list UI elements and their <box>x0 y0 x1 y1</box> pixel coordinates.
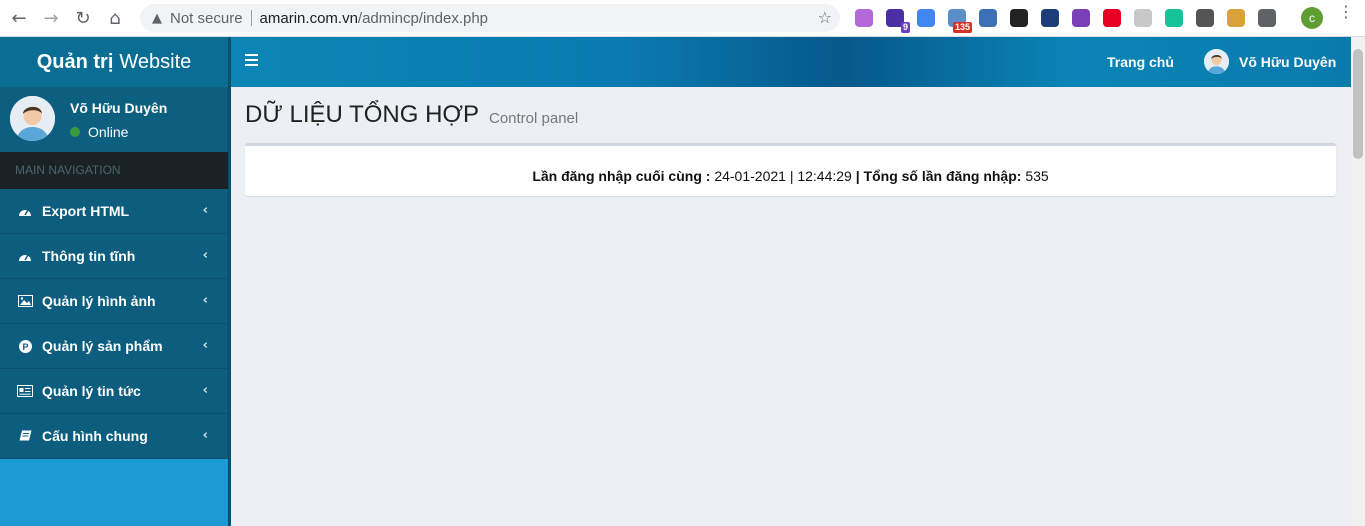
sidebar-edge <box>228 37 231 526</box>
chevron-left-icon: ‹ <box>202 338 208 353</box>
image-icon <box>17 295 33 307</box>
ext-4-icon[interactable]: 135 <box>948 9 972 33</box>
chevron-left-icon: ‹ <box>202 248 208 263</box>
header-user-name[interactable]: Võ Hữu Duyên <box>1239 54 1336 70</box>
last-login-label: Lần đăng nhập cuối cùng : <box>532 168 711 184</box>
ext-2-icon[interactable]: 9 <box>886 9 910 33</box>
last-login-value: 24-01-2021 | 12:44:29 <box>714 168 852 184</box>
sidebar-item-products[interactable]: P Quản lý sản phẩm ‹ <box>0 324 228 369</box>
address-bar[interactable]: ▲ Not secure amarin.com.vn /admincp/inde… <box>140 4 840 32</box>
avatar-icon <box>10 96 55 141</box>
url-path: /admincp/index.php <box>357 9 489 27</box>
user-panel: Võ Hữu Duyên Online <box>0 87 228 152</box>
bookmark-star-icon[interactable]: ☆ <box>818 8 832 27</box>
extensions-tray: 9 135 <box>855 5 1289 33</box>
page-scrollbar[interactable] <box>1351 37 1365 526</box>
sidebar-item-label: Cấu hình chung <box>42 428 148 444</box>
sidebar-item-news[interactable]: Quản lý tin tức ‹ <box>0 369 228 414</box>
warning-icon: ▲ <box>152 10 162 26</box>
ext-6-icon[interactable] <box>1010 9 1028 27</box>
sidebar-item-images[interactable]: Quản lý hình ảnh ‹ <box>0 279 228 324</box>
ext-7-icon[interactable] <box>1041 9 1059 27</box>
chevron-left-icon: ‹ <box>202 203 208 218</box>
ext-8-icon[interactable] <box>1072 9 1090 27</box>
sidebar-item-export-html[interactable]: Export HTML ‹ <box>0 189 228 234</box>
logo-bold: Quản trị <box>36 50 114 73</box>
dashboard-icon <box>17 205 33 217</box>
online-dot-icon <box>70 127 80 137</box>
book-icon <box>17 430 33 442</box>
avatar-icon <box>1204 49 1229 74</box>
total-login-label: | Tổng số lần đăng nhập: <box>855 168 1022 184</box>
login-summary-box: Lần đăng nhập cuối cùng : 24-01-2021 | 1… <box>245 143 1336 196</box>
avatar <box>10 96 55 141</box>
reload-icon[interactable]: ↻ <box>70 5 96 31</box>
address-divider <box>250 10 252 26</box>
nav-header: MAIN NAVIGATION <box>0 152 228 189</box>
ext-1-icon[interactable] <box>855 9 873 27</box>
forward-icon[interactable]: → <box>38 5 64 31</box>
menu-toggle-icon[interactable] <box>245 54 258 69</box>
more-menu-icon[interactable]: ⋮ <box>1338 4 1354 20</box>
sidebar: Quản trị Website Võ Hữu Duyên Online MAI… <box>0 37 228 526</box>
svg-text:P: P <box>22 342 28 352</box>
sidebar-item-label: Export HTML <box>42 203 130 219</box>
chevron-left-icon: ‹ <box>202 383 208 398</box>
ext-13-icon[interactable] <box>1227 9 1245 27</box>
sidebar-user-name: Võ Hữu Duyên <box>70 100 168 116</box>
sidebar-menu: Export HTML ‹ Thông tin tĩnh ‹ Quản lý h… <box>0 189 228 459</box>
ext-12-icon[interactable] <box>1196 9 1214 27</box>
profile-avatar[interactable]: c <box>1301 7 1323 29</box>
url-host: amarin.com.vn <box>259 9 358 27</box>
ext-14-icon[interactable] <box>1258 9 1276 27</box>
main-header: Trang chủ Võ Hữu Duyên <box>231 37 1351 87</box>
ext-11-icon[interactable] <box>1165 9 1183 27</box>
page-title: DỮ LIỆU TỔNG HỢP <box>245 101 479 128</box>
sidebar-item-label: Quản lý hình ảnh <box>42 293 156 309</box>
header-avatar[interactable] <box>1204 49 1229 74</box>
back-icon[interactable]: ← <box>6 5 32 31</box>
sidebar-item-settings[interactable]: Cấu hình chung ‹ <box>0 414 228 459</box>
ext-3-icon[interactable] <box>917 9 935 27</box>
page-subtitle: Control panel <box>489 110 579 127</box>
ext-5-icon[interactable] <box>979 9 997 27</box>
user-status-text: Online <box>88 124 129 140</box>
sidebar-item-label: Quản lý sản phẩm <box>42 338 163 354</box>
extension-badge: 135 <box>952 22 972 33</box>
home-link[interactable]: Trang chủ <box>1107 54 1174 70</box>
user-status: Online <box>70 124 128 140</box>
ext-9-icon[interactable] <box>1103 9 1121 27</box>
sidebar-item-label: Quản lý tin tức <box>42 383 141 399</box>
total-login-value: 535 <box>1025 168 1049 184</box>
browser-toolbar: ← → ↻ ⌂ ▲ Not secure amarin.com.vn /admi… <box>0 0 1365 37</box>
extension-badge: 9 <box>900 22 910 33</box>
logo-rest: Website <box>119 50 192 73</box>
sidebar-item-static-info[interactable]: Thông tin tĩnh ‹ <box>0 234 228 279</box>
chevron-left-icon: ‹ <box>202 428 208 443</box>
dashboard-icon <box>17 250 33 262</box>
product-icon: P <box>17 339 33 353</box>
login-summary-line: Lần đăng nhập cuối cùng : 24-01-2021 | 1… <box>245 168 1336 184</box>
security-label: Not secure <box>170 9 243 27</box>
sidebar-item-label: Thông tin tĩnh <box>42 248 136 264</box>
home-icon[interactable]: ⌂ <box>102 5 128 31</box>
chevron-left-icon: ‹ <box>202 293 208 308</box>
ext-10-icon[interactable] <box>1134 9 1152 27</box>
scrollbar-thumb[interactable] <box>1353 49 1363 159</box>
logo[interactable]: Quản trị Website <box>0 37 228 87</box>
newspaper-icon <box>17 385 33 397</box>
